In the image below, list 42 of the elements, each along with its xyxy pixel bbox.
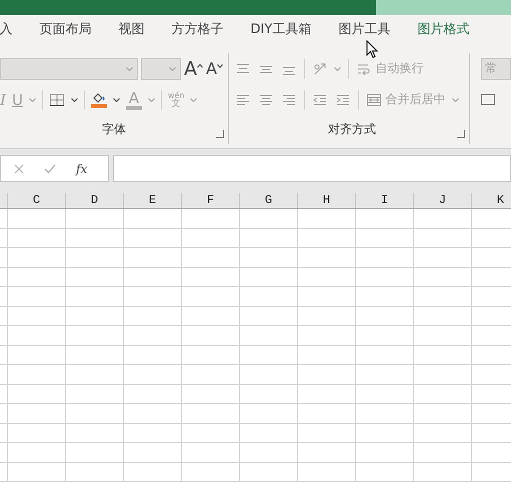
- ribbon-tab[interactable]: DIY工具箱: [237, 21, 325, 39]
- merge-center-icon: [366, 92, 382, 106]
- caret-icon: [169, 66, 176, 70]
- dialog-launcher-icon[interactable]: [216, 130, 224, 138]
- dialog-launcher-icon[interactable]: [457, 130, 465, 138]
- shrink-font-button[interactable]: A: [206, 56, 223, 80]
- align-top-icon: [234, 62, 251, 76]
- align-center-icon: [258, 92, 274, 106]
- column-header[interactable]: H: [297, 193, 355, 208]
- formula-input[interactable]: [113, 155, 511, 182]
- up-caret-icon: [197, 64, 203, 68]
- column-header[interactable]: D: [65, 193, 123, 208]
- mouse-pointer-icon: [366, 40, 378, 59]
- paint-bucket-icon: [90, 92, 107, 104]
- caret-icon: [216, 64, 223, 68]
- ribbon-tab[interactable]: 图片格式: [404, 21, 483, 39]
- ribbon-tab[interactable]: 方方格子: [158, 21, 237, 39]
- column-header[interactable]: J: [413, 193, 471, 208]
- column-header[interactable]: G: [239, 193, 297, 208]
- column-header[interactable]: K: [471, 193, 511, 208]
- indent-increase-icon: [334, 92, 351, 106]
- indent-decrease-icon: [312, 92, 328, 106]
- column-header[interactable]: I: [355, 193, 413, 208]
- column-header[interactable]: C: [7, 193, 65, 208]
- ribbon-tab[interactable]: 页面布局: [26, 21, 105, 39]
- ribbon-tab[interactable]: 视图: [105, 21, 158, 39]
- cell-grid[interactable]: [0, 209, 511, 482]
- ribbon-tab[interactable]: 入: [0, 21, 26, 39]
- column-header[interactable]: E: [123, 193, 181, 208]
- ribbon-tab[interactable]: 图片工具: [324, 21, 404, 39]
- wrap-text-icon: [356, 62, 372, 76]
- align-right-icon: [280, 92, 297, 106]
- orientation-icon: [312, 62, 328, 76]
- insert-function-button[interactable]: fx: [76, 162, 88, 176]
- grow-font-button[interactable]: A: [184, 56, 203, 80]
- align-left-icon: [234, 92, 251, 106]
- group-label: 对齐方式: [328, 121, 376, 138]
- caret-icon: [126, 66, 133, 70]
- search-field[interactable]: [376, 0, 511, 15]
- column-header[interactable]: F: [181, 193, 239, 208]
- group-label: 字体: [102, 121, 126, 138]
- borders-icon: [48, 92, 65, 106]
